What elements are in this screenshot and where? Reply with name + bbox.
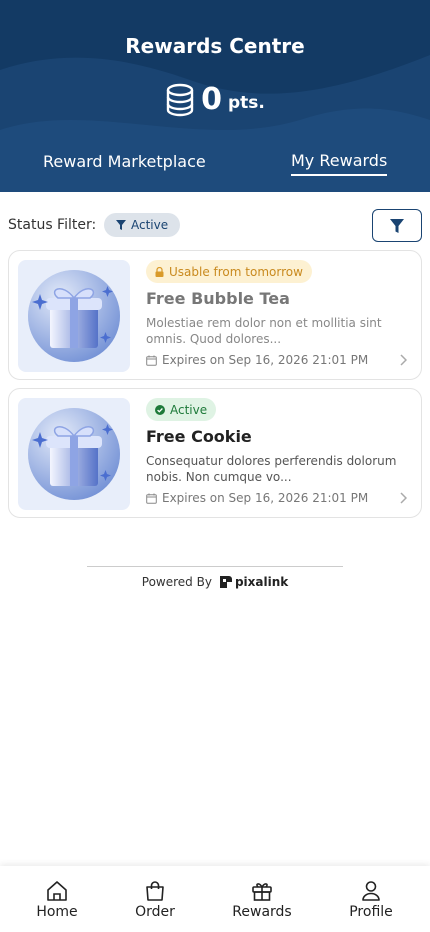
nav-home[interactable]: Home [12, 866, 102, 932]
gift-box-illustration-icon [28, 270, 120, 362]
brand-logo: pixalink [219, 575, 289, 589]
tab-my-rewards[interactable]: My Rewards [291, 151, 388, 176]
points-value: 0 [201, 82, 222, 117]
reward-title: Free Cookie [146, 427, 252, 446]
nav-home-label: Home [36, 904, 78, 920]
funnel-icon [116, 220, 126, 230]
points-balance: 0 pts. [0, 80, 430, 120]
chevron-right-icon [400, 492, 407, 504]
nav-rewards-label: Rewards [232, 904, 292, 920]
bag-icon [146, 881, 164, 901]
nav-order[interactable]: Order [110, 866, 200, 932]
reward-title: Free Bubble Tea [146, 289, 290, 308]
reward-expiry: Expires on Sep 16, 2026 21:01 PM [146, 491, 368, 505]
gift-image [18, 260, 130, 372]
home-icon [47, 881, 67, 901]
reward-description: Molestiae rem dolor non et mollitia sint… [146, 316, 382, 346]
powered-by: Powered By pixalink [0, 575, 430, 589]
status-badge-label: Active [170, 402, 208, 417]
nav-rewards[interactable]: Rewards [217, 866, 307, 932]
check-circle-icon [155, 404, 165, 415]
calendar-icon [146, 355, 157, 366]
gift-box-illustration-icon [28, 408, 120, 500]
status-filter-chip[interactable]: Active [104, 213, 181, 237]
reward-expiry-text: Expires on Sep 16, 2026 21:01 PM [162, 491, 369, 505]
reward-expiry-text: Expires on Sep 16, 2026 21:01 PM [162, 353, 369, 367]
filter-button[interactable] [372, 209, 422, 242]
powered-by-label: Powered By [141, 575, 212, 589]
footer-divider [87, 566, 343, 567]
calendar-icon [146, 493, 157, 504]
lock-icon [155, 266, 164, 277]
points-unit: pts. [228, 93, 265, 113]
status-filter-row: Status Filter: Active [8, 209, 422, 242]
brand-name: pixalink [234, 575, 289, 589]
chevron-right-icon [400, 354, 407, 366]
gift-image [18, 398, 130, 510]
rewards-header: Rewards Centre 0 pts. Reward Marketplace… [0, 0, 430, 192]
page-title: Rewards Centre [125, 34, 305, 58]
status-badge-label: Usable from tomorrow [169, 264, 303, 279]
status-badge: Usable from tomorrow [146, 260, 312, 283]
funnel-icon [390, 218, 404, 233]
tab-reward-marketplace[interactable]: Reward Marketplace [43, 152, 206, 171]
reward-card[interactable]: Active Free Cookie Consequatur dolores p… [8, 388, 422, 518]
nav-profile[interactable]: Profile [326, 866, 416, 932]
pixalink-logo-icon [219, 576, 232, 588]
reward-description: Consequatur dolores perferendis dolorum … [146, 454, 397, 484]
nav-order-label: Order [135, 904, 175, 920]
coins-icon [166, 83, 194, 117]
user-icon [362, 881, 380, 901]
status-filter-label: Status Filter: [8, 217, 97, 233]
status-badge: Active [146, 398, 217, 421]
bottom-navigation: Home Order Rewards Profile [0, 866, 430, 932]
reward-card[interactable]: Usable from tomorrow Free Bubble Tea Mol… [8, 250, 422, 380]
nav-profile-label: Profile [349, 904, 393, 920]
reward-expiry: Expires on Sep 16, 2026 21:01 PM [146, 353, 368, 367]
status-filter-chip-label: Active [131, 218, 169, 232]
gift-icon [252, 883, 272, 901]
